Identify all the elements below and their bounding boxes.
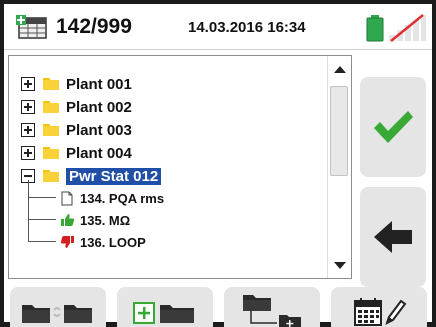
document-icon [59,190,75,206]
archive-tree: Plant 001 Plant 002 Plant 003 Plant 004 [9,56,327,278]
new-folder-button[interactable] [117,287,213,327]
move-folder-button[interactable] [10,287,106,327]
tree-child-135[interactable]: 135. MΩ [59,209,130,231]
scroll-up-button[interactable] [328,58,352,80]
instrument-frame: 142/999 14.03.2016 16:34 Plant 001 Plant… [0,0,436,327]
expand-icon[interactable] [21,123,35,137]
tree-child-136[interactable]: 136. LOOP [59,231,146,253]
tree-item-plant-001[interactable]: Plant 001 [21,73,132,95]
tree-connector [28,241,56,242]
tree-item-plant-004[interactable]: Plant 004 [21,142,132,164]
tree-scrollbar[interactable] [327,56,351,278]
tree-item-label: Plant 003 [66,121,132,139]
date-time: 14.03.2016 16:34 [188,19,306,36]
status-bar: 142/999 14.03.2016 16:34 [4,4,432,50]
add-subfolder-icon [243,295,301,327]
memory-icon [16,15,47,39]
archive-tree-panel: Plant 001 Plant 002 Plant 003 Plant 004 [8,55,352,279]
tree-item-plant-003[interactable]: Plant 003 [21,119,132,141]
tree-item-label: Plant 004 [66,144,132,162]
tree-connector [28,219,56,220]
edit-date-button[interactable] [331,287,427,327]
folder-icon [43,124,59,136]
expand-icon[interactable] [21,146,35,160]
tree-child-134[interactable]: 134. PQA rms [59,187,164,209]
tree-child-label: 134. PQA rms [80,190,165,206]
chevron-down-icon [334,261,346,269]
display-screen: 142/999 14.03.2016 16:34 Plant 001 Plant… [4,4,432,327]
folder-icon [43,147,59,159]
battery-icon [366,15,384,42]
tree-child-label: 135. MΩ [80,212,131,228]
tree-child-label: 136. LOOP [80,234,146,250]
new-subfolder-button[interactable] [224,287,320,327]
add-folder-icon [133,302,194,324]
expand-icon[interactable] [21,77,35,91]
bottom-toolbar [4,287,432,327]
tree-connector [28,197,56,198]
memory-count: 142/999 [56,15,132,38]
thumbs-up-icon [59,212,75,228]
tree-item-plant-002[interactable]: Plant 002 [21,96,132,118]
expand-icon[interactable] [21,100,35,114]
calendar-edit-icon [354,298,407,326]
folder-icon [43,101,59,113]
back-button[interactable] [360,187,426,287]
scroll-thumb[interactable] [330,86,348,176]
folder-icon [43,78,59,90]
scroll-down-button[interactable] [328,254,352,276]
folder-transfer-icon [22,305,92,323]
signal-disconnected-icon [389,14,426,42]
tree-item-label: Plant 001 [66,75,132,93]
tree-connector [28,180,29,242]
folder-icon [43,170,59,182]
tree-item-label: Plant 002 [66,98,132,116]
confirm-button[interactable] [360,77,426,177]
thumbs-down-icon [59,234,75,250]
checkmark-icon [374,111,413,143]
arrow-left-icon [374,221,412,253]
chevron-up-icon [334,65,346,73]
tree-item-pwr-stat-012[interactable]: Pwr Stat 012 [21,165,162,187]
tree-item-label-selected: Pwr Stat 012 [66,167,162,185]
